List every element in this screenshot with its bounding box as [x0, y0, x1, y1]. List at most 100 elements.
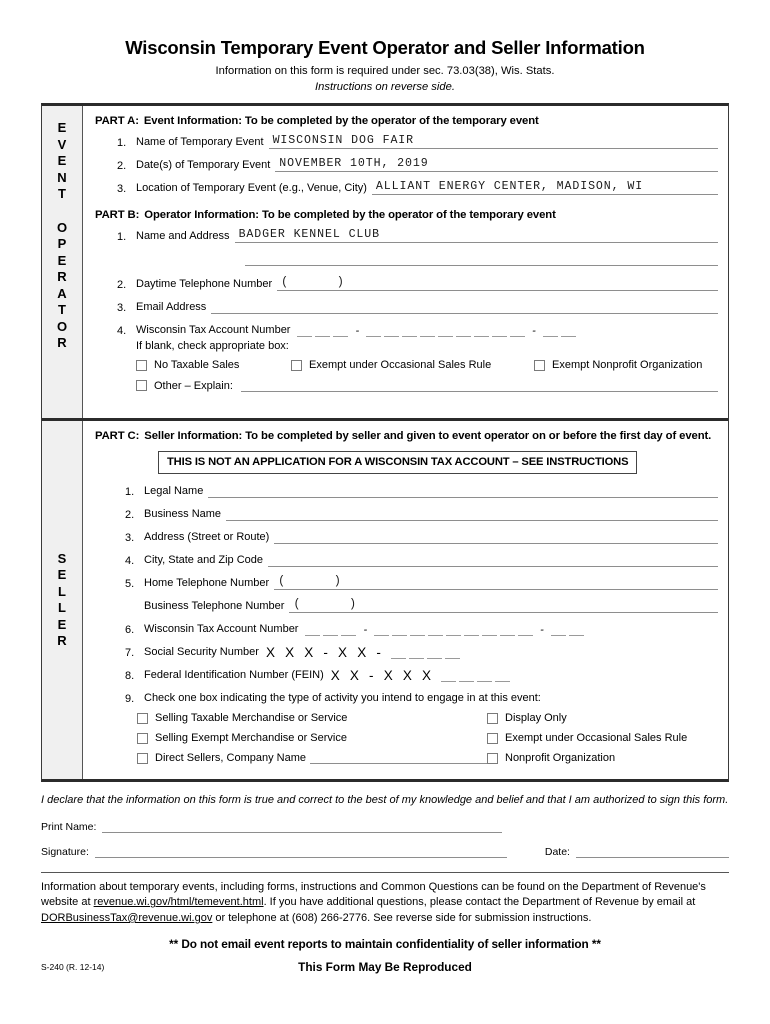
checkbox-exempt-nonprofit[interactable]: Exempt Nonprofit Organization — [534, 359, 702, 371]
part-a-label: PART A: — [95, 115, 139, 128]
tax-seg[interactable] — [568, 625, 584, 637]
print-name-input[interactable] — [102, 821, 503, 833]
tax-seg[interactable] — [410, 625, 426, 637]
operator-tax-account-segments[interactable]: - - — [297, 324, 576, 338]
seller-address-input[interactable] — [274, 531, 718, 545]
tax-seg[interactable] — [305, 625, 321, 637]
checkbox-selling-taxable[interactable]: Selling Taxable Merchandise or Service — [137, 712, 487, 724]
checkbox-icon[interactable] — [487, 712, 498, 724]
tax-seg[interactable] — [341, 625, 357, 637]
seller-city-state-zip-input[interactable] — [268, 554, 718, 568]
checkbox-icon[interactable] — [137, 712, 148, 724]
tax-seg[interactable] — [315, 326, 331, 338]
tax-seg[interactable] — [518, 625, 534, 637]
checkbox-label: Selling Exempt Merchandise or Service — [155, 732, 347, 745]
operator-email-input[interactable] — [211, 301, 718, 315]
operator-name-address-input[interactable]: BADGER KENNEL CLUB — [234, 228, 718, 244]
tax-seg[interactable] — [297, 326, 313, 338]
ssn-seg[interactable] — [391, 648, 407, 660]
activity-checkbox-row-3: Direct Sellers, Company Name Nonprofit O… — [95, 752, 718, 765]
signature-input[interactable] — [94, 846, 507, 858]
fein-seg[interactable] — [495, 671, 511, 683]
checkbox-icon[interactable] — [137, 732, 148, 744]
checkbox-icon[interactable] — [136, 380, 147, 392]
event-name-input[interactable]: WISCONSIN DOG FAIR — [268, 134, 718, 150]
tax-seg[interactable] — [420, 326, 436, 338]
tax-seg[interactable] — [456, 326, 472, 338]
email-link[interactable]: DORBusinessTax@revenue.wi.gov — [41, 912, 212, 924]
checkbox-icon[interactable] — [534, 359, 545, 371]
not-an-application-warning: THIS IS NOT AN APPLICATION FOR A WISCONS… — [158, 451, 638, 475]
home-telephone-input[interactable]: ( ) — [274, 575, 718, 591]
tax-dash: - — [363, 624, 368, 637]
ssn-seg[interactable] — [427, 648, 443, 660]
tax-seg[interactable] — [446, 625, 462, 637]
part-c-label: PART C: — [95, 430, 140, 443]
tax-seg[interactable] — [560, 326, 576, 338]
tax-seg[interactable] — [428, 625, 444, 637]
checkbox-icon[interactable] — [136, 359, 147, 371]
field-number: 4. — [125, 555, 135, 568]
field-number: 5. — [125, 578, 135, 591]
sidebar-letter: E — [57, 120, 67, 136]
checkbox-icon[interactable] — [291, 359, 302, 371]
checkbox-selling-exempt[interactable]: Selling Exempt Merchandise or Service — [137, 732, 487, 744]
tax-seg[interactable] — [482, 625, 498, 637]
operator-address-line2-input[interactable] — [245, 253, 718, 267]
event-dates-input[interactable]: NOVEMBER 10TH, 2019 — [275, 157, 718, 173]
business-name-input[interactable] — [226, 508, 718, 522]
seller-tax-account-segments[interactable]: - - — [305, 623, 584, 637]
event-location-input[interactable]: ALLIANT ENERGY CENTER, MADISON, WI — [371, 180, 718, 196]
checkbox-direct-sellers[interactable]: Direct Sellers, Company Name — [137, 752, 487, 765]
fein-seg[interactable] — [441, 671, 457, 683]
checkbox-display-only[interactable]: Display Only — [487, 712, 718, 724]
tax-seg[interactable] — [500, 625, 516, 637]
checkbox-other-explain[interactable]: Other – Explain: — [136, 380, 233, 392]
fein-seg[interactable] — [459, 671, 475, 683]
field-operator-tax-account: 4. Wisconsin Tax Account Number - - — [95, 324, 718, 338]
warning-banner-wrap: THIS IS NOT AN APPLICATION FOR A WISCONS… — [95, 451, 718, 475]
tax-seg[interactable] — [474, 326, 490, 338]
checkbox-exempt-occasional-sales[interactable]: Exempt under Occasional Sales Rule — [291, 359, 534, 371]
tax-seg[interactable] — [464, 625, 480, 637]
sidebar-letter: E — [57, 567, 67, 583]
checkbox-nonprofit-organization[interactable]: Nonprofit Organization — [487, 752, 718, 764]
ssn-seg[interactable] — [445, 648, 461, 660]
tax-seg[interactable] — [542, 326, 558, 338]
tax-seg[interactable] — [402, 326, 418, 338]
tax-seg[interactable] — [510, 326, 526, 338]
website-link[interactable]: revenue.wi.gov/html/temevent.html — [94, 896, 264, 908]
checkbox-exempt-occasional-sales-seller[interactable]: Exempt under Occasional Sales Rule — [487, 732, 718, 744]
legal-name-input[interactable] — [208, 485, 718, 499]
tax-seg[interactable] — [374, 625, 390, 637]
tax-seg[interactable] — [366, 326, 382, 338]
tax-seg[interactable] — [492, 326, 508, 338]
phone-area-paren: ( ) — [278, 575, 341, 589]
business-telephone-input[interactable]: ( ) — [289, 598, 718, 614]
field-number: 1. — [117, 231, 127, 244]
tax-seg[interactable] — [333, 326, 349, 338]
field-label: Social Security Number — [144, 646, 259, 659]
field-label: Daytime Telephone Number — [136, 278, 273, 291]
tax-seg[interactable] — [438, 326, 454, 338]
other-explain-input[interactable] — [240, 379, 718, 393]
footer-info-paragraph: Information about temporary events, incl… — [41, 880, 729, 927]
operator-phone-input[interactable]: ( ) — [277, 276, 718, 292]
field-label: Name of Temporary Event — [136, 136, 264, 149]
ssn-seg[interactable] — [409, 648, 425, 660]
fein-segments[interactable] — [441, 669, 511, 683]
form-header: Wisconsin Temporary Event Operator and S… — [0, 0, 770, 93]
checkbox-icon[interactable] — [487, 752, 498, 764]
tax-seg[interactable] — [384, 326, 400, 338]
field-label: Location of Temporary Event (e.g., Venue… — [136, 182, 367, 195]
ssn-segments[interactable] — [391, 646, 461, 660]
tax-seg[interactable] — [392, 625, 408, 637]
checkbox-icon[interactable] — [137, 752, 148, 764]
checkbox-icon[interactable] — [487, 732, 498, 744]
fein-seg[interactable] — [477, 671, 493, 683]
checkbox-no-taxable-sales[interactable]: No Taxable Sales — [136, 359, 291, 371]
direct-sellers-company-input[interactable] — [310, 752, 487, 765]
tax-seg[interactable] — [323, 625, 339, 637]
tax-seg[interactable] — [550, 625, 566, 637]
date-input[interactable] — [575, 846, 729, 858]
